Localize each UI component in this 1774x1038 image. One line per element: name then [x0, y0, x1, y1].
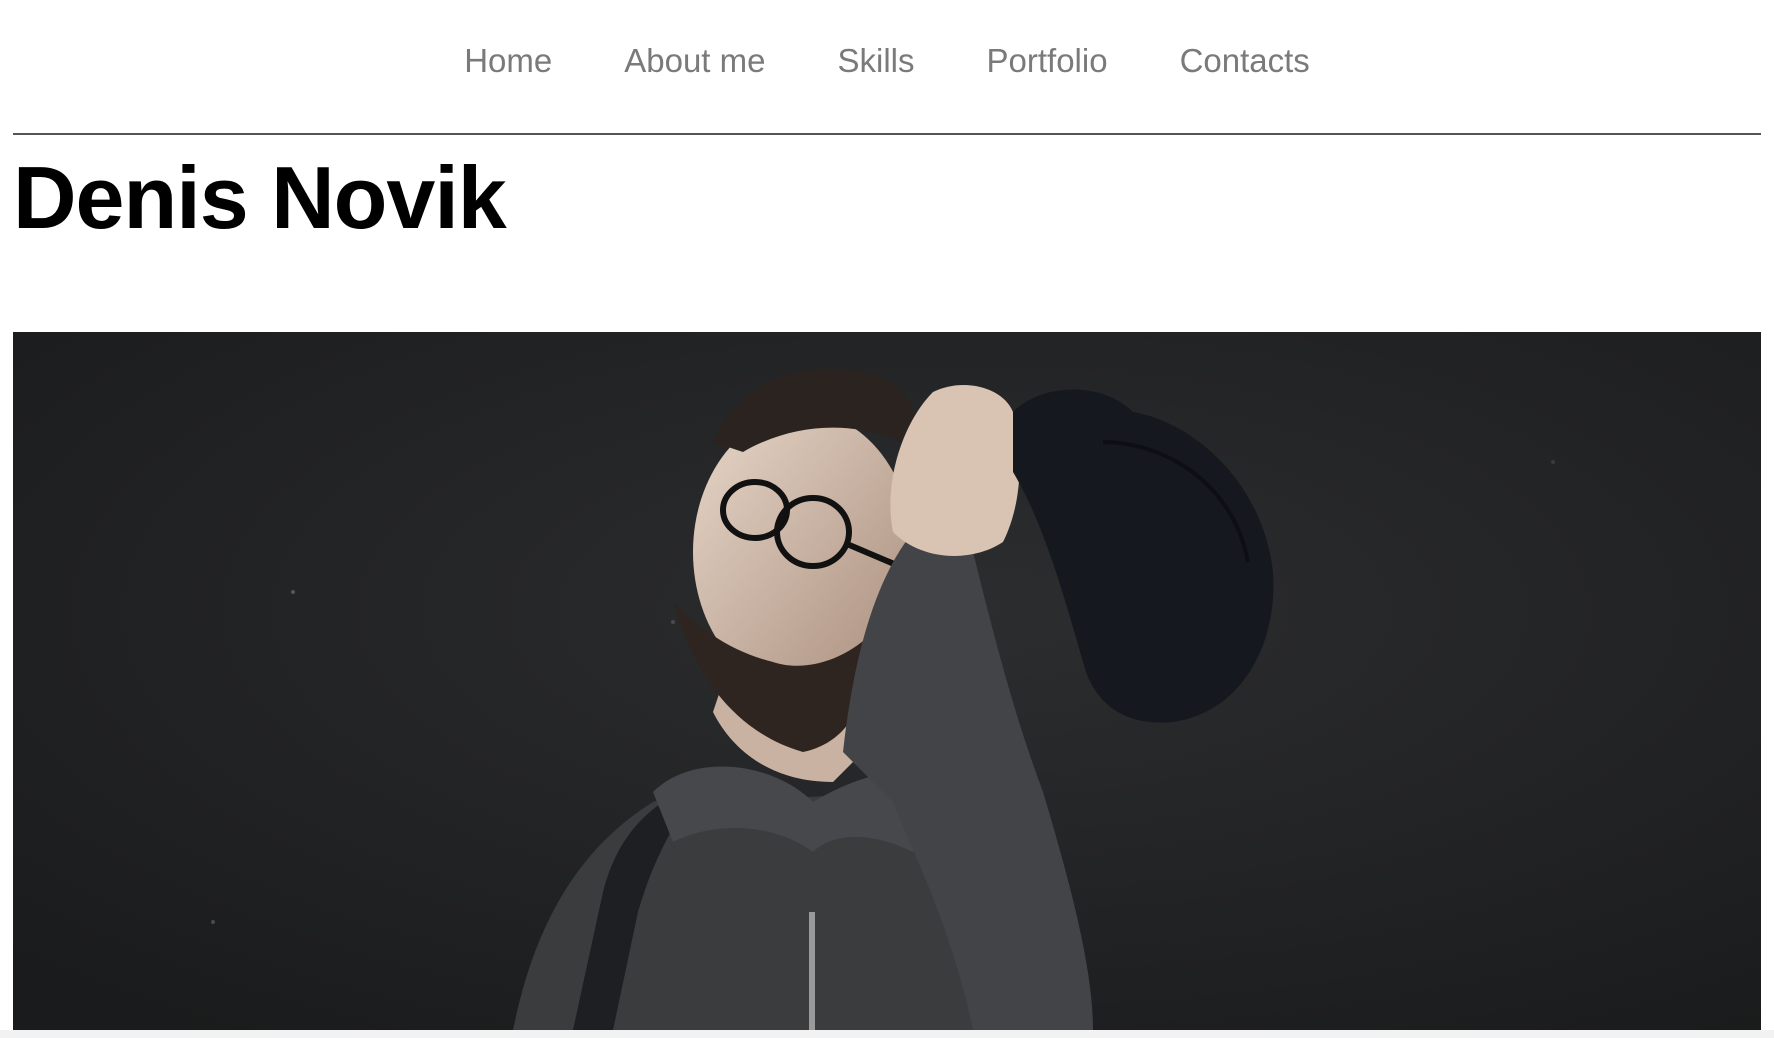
- nav-item-home-wrapper: Home: [464, 40, 552, 82]
- portrait-illustration: [13, 332, 1761, 1030]
- hero-photo: [13, 332, 1761, 1030]
- header-divider: [13, 133, 1761, 135]
- nav-list: Home About me Skills Portfolio Contacts: [0, 40, 1774, 82]
- nav-link-contacts[interactable]: Contacts: [1180, 42, 1310, 79]
- nav-item-contacts-wrapper: Contacts: [1180, 40, 1310, 82]
- top-navigation: Home About me Skills Portfolio Contacts: [0, 0, 1774, 133]
- bottom-strip: [0, 1030, 1774, 1038]
- nav-item-skills-wrapper: Skills: [837, 40, 914, 82]
- page: Home About me Skills Portfolio Contacts …: [0, 0, 1774, 1038]
- nav-link-about-me[interactable]: About me: [624, 42, 765, 79]
- nav-link-portfolio[interactable]: Portfolio: [987, 42, 1108, 79]
- nav-item-portfolio-wrapper: Portfolio: [987, 40, 1108, 82]
- nav-link-home[interactable]: Home: [464, 42, 552, 79]
- nav-item-about-wrapper: About me: [624, 40, 765, 82]
- zipper: [809, 912, 815, 1030]
- page-title: Denis Novik: [13, 148, 507, 247]
- nav-link-skills[interactable]: Skills: [837, 42, 914, 79]
